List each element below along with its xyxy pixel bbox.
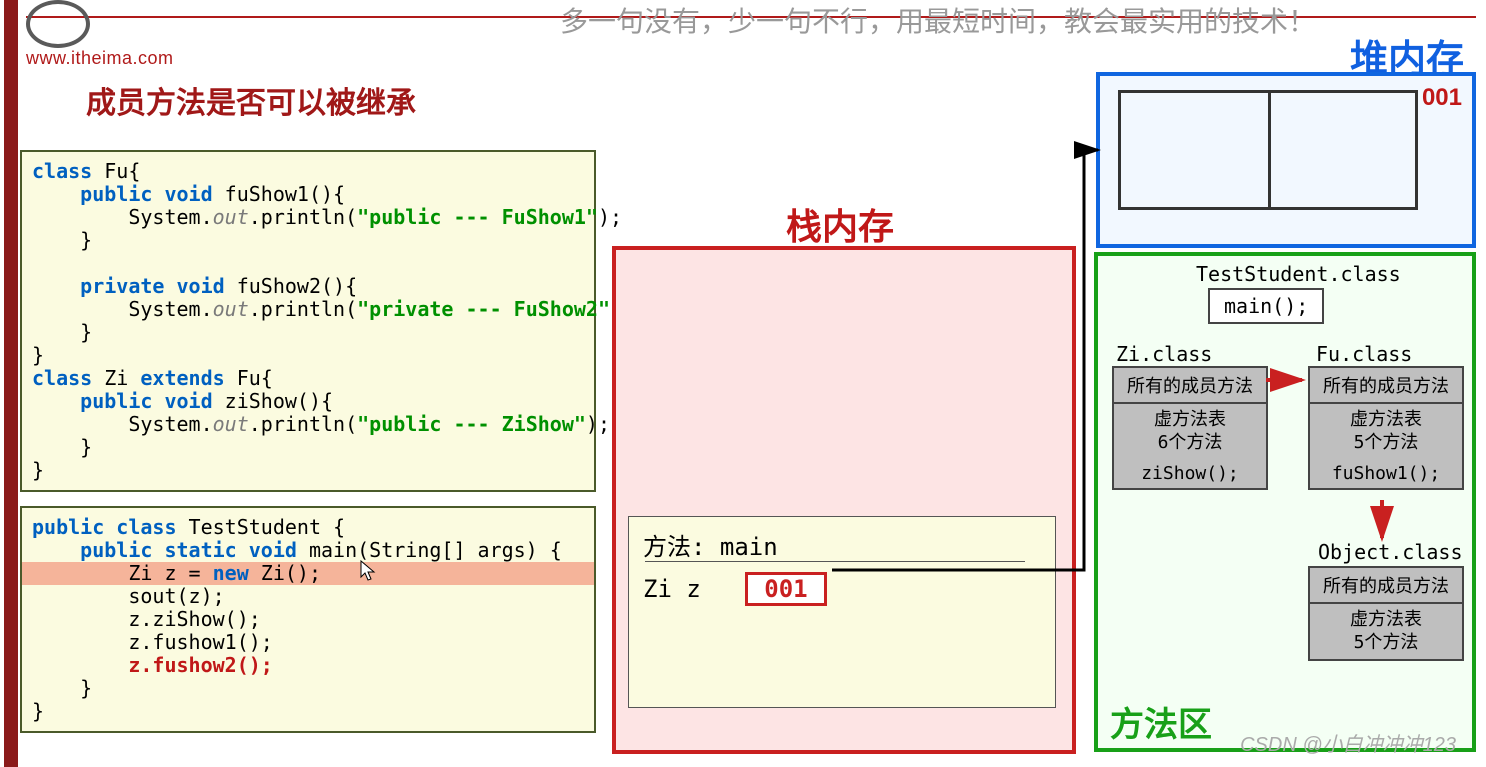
fu-card-footer: fuShow1(); (1310, 459, 1462, 488)
stack-var-addr: 001 (745, 572, 826, 606)
fu-card-body: 虚方法表 5个方法 (1310, 404, 1462, 459)
object-card-header: 所有的成员方法 (1310, 568, 1462, 604)
code-box-main: public class TestStudent { public static… (20, 506, 596, 733)
stack-frame-main: 方法: main Zi z 001 (628, 516, 1056, 708)
logo-icon (26, 0, 90, 48)
fu-class-name: Fu.class (1316, 342, 1412, 366)
logo-block: www.itheima.com (26, 0, 174, 69)
method-area-label: 方法区 (1110, 697, 1212, 746)
fu-card-header: 所有的成员方法 (1310, 368, 1462, 404)
stack-frame-label: 方法: main (643, 527, 1041, 562)
object-class-name: Object.class (1318, 540, 1463, 564)
zi-card-footer: ziShow(); (1114, 459, 1266, 488)
heap-object (1118, 90, 1418, 210)
watermark: CSDN @小白冲冲冲123 (1240, 728, 1456, 757)
zi-class-name: Zi.class (1116, 342, 1212, 366)
zi-class-card: 所有的成员方法 虚方法表 6个方法 ziShow(); (1112, 366, 1268, 490)
stack-var-row: Zi z 001 (643, 572, 1041, 606)
logo-url: www.itheima.com (26, 48, 174, 69)
section-title: 成员方法是否可以被继承 (86, 78, 416, 122)
main-method-box: main(); (1208, 288, 1324, 324)
zi-card-body: 虚方法表 6个方法 (1114, 404, 1266, 459)
method-area-box: TestStudent.class main(); Zi.class 所有的成员… (1094, 252, 1476, 752)
stack-box: 方法: main Zi z 001 (612, 246, 1076, 754)
test-class-name: TestStudent.class (1196, 262, 1401, 286)
object-card-body: 虚方法表 5个方法 (1310, 604, 1462, 659)
heap-object-addr: 001 (1422, 84, 1462, 112)
top-slogan: 多一句没有，少一句不行，用最短时间，教会最实用的技术！ (560, 0, 1316, 40)
object-class-card: 所有的成员方法 虚方法表 5个方法 (1308, 566, 1464, 661)
stack-var-name: Zi z (643, 575, 701, 603)
code-box-classes: class Fu{ public void fuShow1(){ System.… (20, 150, 596, 492)
zi-card-header: 所有的成员方法 (1114, 368, 1266, 404)
heap-object-divider (1268, 93, 1271, 207)
fu-class-card: 所有的成员方法 虚方法表 5个方法 fuShow1(); (1308, 366, 1464, 490)
heap-box: 001 (1096, 72, 1476, 248)
sidebar-stripe (4, 0, 18, 767)
stack-label: 栈内存 (786, 198, 894, 250)
stack-frame-separator (645, 561, 1025, 562)
